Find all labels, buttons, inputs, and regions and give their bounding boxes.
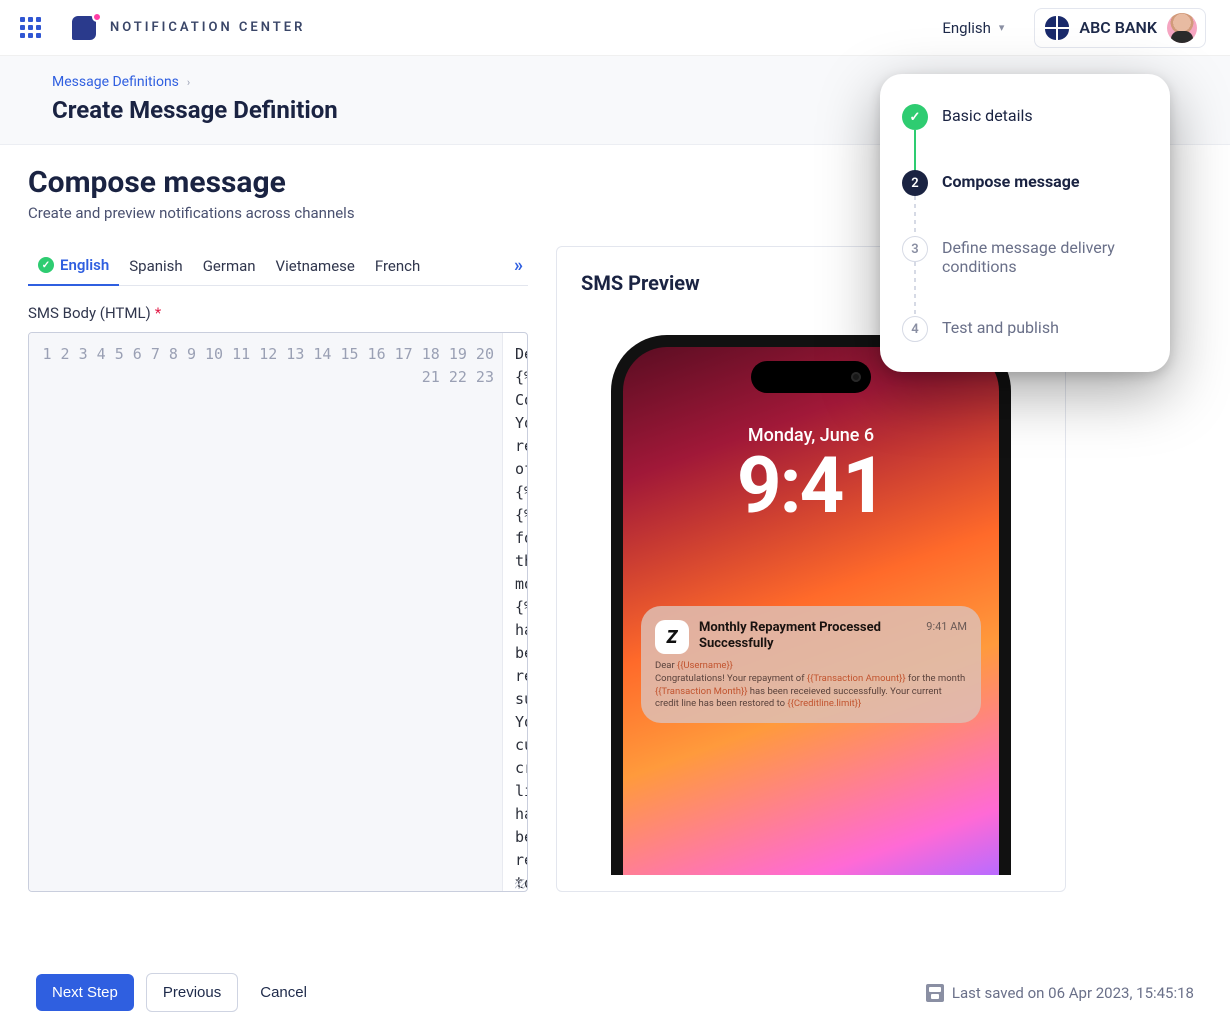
save-icon bbox=[926, 984, 944, 1002]
org-switcher[interactable]: ABC BANK bbox=[1034, 8, 1206, 48]
sms-body-label: SMS Body (HTML)* bbox=[28, 304, 528, 322]
tab-spanish[interactable]: Spanish bbox=[119, 247, 192, 285]
chevron-right-icon: › bbox=[187, 76, 190, 89]
step-label: Define message delivery conditions bbox=[942, 236, 1144, 276]
step-label: Compose message bbox=[942, 170, 1080, 191]
app-launcher-icon[interactable] bbox=[16, 14, 44, 42]
brand-text: NOTIFICATION CENTER bbox=[110, 20, 305, 35]
step-label: Basic details bbox=[942, 104, 1033, 125]
resize-handle-icon[interactable] bbox=[515, 879, 525, 889]
required-indicator: * bbox=[155, 304, 161, 322]
org-name: ABC BANK bbox=[1079, 18, 1157, 37]
tab-label: Vietnamese bbox=[276, 257, 355, 275]
tab-label: German bbox=[203, 257, 256, 275]
previous-button[interactable]: Previous bbox=[146, 973, 238, 1012]
notification-body: Dear {{Username}} Congratulations! Your … bbox=[655, 660, 967, 711]
notification-time: 9:41 AM bbox=[926, 620, 967, 633]
avatar bbox=[1167, 13, 1197, 43]
token-month: {{Transaction Month}} bbox=[655, 686, 747, 697]
notif-text: Dear bbox=[655, 660, 677, 671]
stepper-card: ✓ Basic details 2 Compose message 3 Defi… bbox=[880, 74, 1170, 372]
chevron-down-icon: ▾ bbox=[999, 21, 1005, 34]
check-icon: ✓ bbox=[902, 104, 928, 130]
notif-text: Congratulations! Your repayment of bbox=[655, 673, 807, 684]
token-limit: {{Creditline.limit}} bbox=[787, 698, 861, 709]
step-number: 2 bbox=[902, 170, 928, 196]
token-username: {{Username}} bbox=[677, 660, 733, 671]
sms-body-editor[interactable]: 1 2 3 4 5 6 7 8 9 10 11 12 13 14 15 16 1… bbox=[28, 332, 528, 892]
step-label: Test and publish bbox=[942, 316, 1059, 337]
tab-vietnamese[interactable]: Vietnamese bbox=[266, 247, 365, 285]
step-number: 4 bbox=[902, 316, 928, 342]
last-saved-text: Last saved on 06 Apr 2023, 15:45:18 bbox=[952, 984, 1194, 1002]
step-test-publish[interactable]: 4 Test and publish bbox=[902, 316, 1144, 342]
token-amount: {{Transaction Amount}} bbox=[807, 673, 906, 684]
step-delivery-conditions[interactable]: 3 Define message delivery conditions bbox=[902, 236, 1144, 316]
brand-logo-icon bbox=[72, 14, 100, 42]
tab-english[interactable]: ✓ English bbox=[28, 246, 119, 286]
notification-app-icon: Z bbox=[655, 620, 689, 654]
step-compose-message[interactable]: 2 Compose message bbox=[902, 170, 1144, 236]
breadcrumb-parent[interactable]: Message Definitions bbox=[52, 74, 179, 90]
tab-label: Spanish bbox=[129, 257, 182, 275]
language-label: English bbox=[942, 19, 991, 37]
notif-text: for the month bbox=[906, 673, 966, 684]
notification-title: Monthly Repayment Processed Successfully bbox=[699, 620, 916, 651]
tab-german[interactable]: German bbox=[193, 247, 266, 285]
tab-label: English bbox=[60, 256, 109, 274]
phone-notch bbox=[751, 361, 871, 393]
tab-french[interactable]: French bbox=[365, 247, 430, 285]
cancel-button[interactable]: Cancel bbox=[260, 984, 307, 1001]
tab-label: French bbox=[375, 257, 420, 275]
line-gutter: 1 2 3 4 5 6 7 8 9 10 11 12 13 14 15 16 1… bbox=[29, 333, 503, 891]
check-icon: ✓ bbox=[38, 257, 54, 273]
field-label-text: SMS Body (HTML) bbox=[28, 304, 151, 322]
org-logo-icon bbox=[1045, 16, 1069, 40]
step-basic-details[interactable]: ✓ Basic details bbox=[902, 104, 1144, 170]
lock-screen-time: 9:41 bbox=[623, 448, 999, 526]
phone-mockup: Monday, June 6 9:41 Z Monthly Repayment … bbox=[611, 335, 1011, 875]
language-tabs: ✓ English Spanish German Vietnamese Fren… bbox=[28, 246, 528, 286]
footer-bar: Next Step Previous Cancel Last saved on … bbox=[0, 973, 1230, 1012]
next-step-button[interactable]: Next Step bbox=[36, 974, 134, 1011]
editor-panel: ✓ English Spanish German Vietnamese Fren… bbox=[28, 246, 528, 892]
last-saved: Last saved on 06 Apr 2023, 15:45:18 bbox=[926, 984, 1194, 1002]
brand: NOTIFICATION CENTER bbox=[72, 14, 305, 42]
tabs-overflow-icon[interactable]: » bbox=[506, 247, 528, 284]
code-area[interactable]: Dear {%=accountholder.name}, Congratulat… bbox=[503, 333, 527, 891]
step-number: 3 bbox=[902, 236, 928, 262]
top-bar: NOTIFICATION CENTER English ▾ ABC BANK bbox=[0, 0, 1230, 56]
camera-icon bbox=[851, 372, 861, 382]
notification-card: Z Monthly Repayment Processed Successful… bbox=[641, 606, 981, 723]
language-select[interactable]: English ▾ bbox=[934, 13, 1012, 43]
